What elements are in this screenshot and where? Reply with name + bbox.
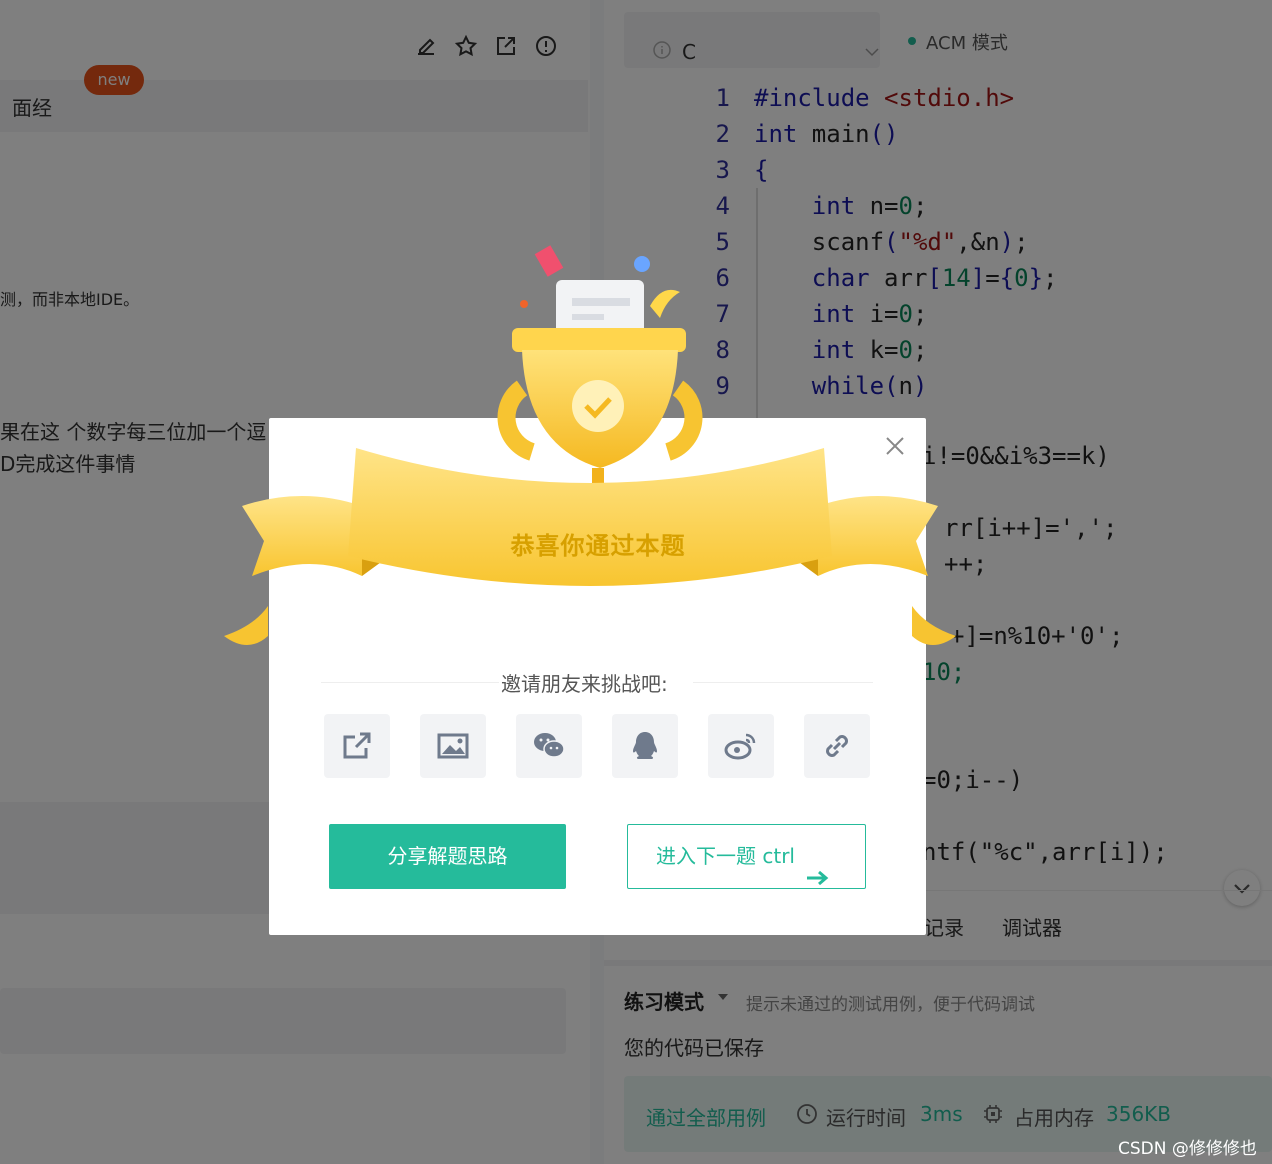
- watermark: CSDN @修修修也: [1118, 1139, 1257, 1159]
- trophy-illustration: [224, 245, 956, 645]
- wechat-icon: [534, 733, 565, 758]
- external-share-button[interactable]: [324, 714, 390, 778]
- link-icon: [826, 735, 848, 757]
- qq-icon: [633, 732, 657, 759]
- image-share-button[interactable]: [420, 714, 486, 778]
- share-solution-button[interactable]: 分享解题思路: [329, 824, 566, 889]
- congrats-title: 恭喜你通过本题: [510, 532, 686, 560]
- wechat-share-button[interactable]: [516, 714, 582, 778]
- invite-text: 邀请朋友来挑战吧:: [501, 672, 668, 696]
- copy-link-button[interactable]: [804, 714, 870, 778]
- share-buttons: [324, 714, 874, 778]
- next-problem-label: 进入下一题 ctrl: [656, 844, 795, 868]
- external-share-icon: [343, 732, 371, 759]
- image-icon: [437, 733, 469, 759]
- qq-share-button[interactable]: [612, 714, 678, 778]
- weibo-share-button[interactable]: [708, 714, 774, 778]
- divider-line: [321, 682, 499, 683]
- next-problem-button[interactable]: 进入下一题 ctrl: [627, 824, 866, 889]
- divider-line: [693, 682, 873, 683]
- weibo-icon: [724, 733, 756, 760]
- arrow-right-icon: [806, 848, 830, 886]
